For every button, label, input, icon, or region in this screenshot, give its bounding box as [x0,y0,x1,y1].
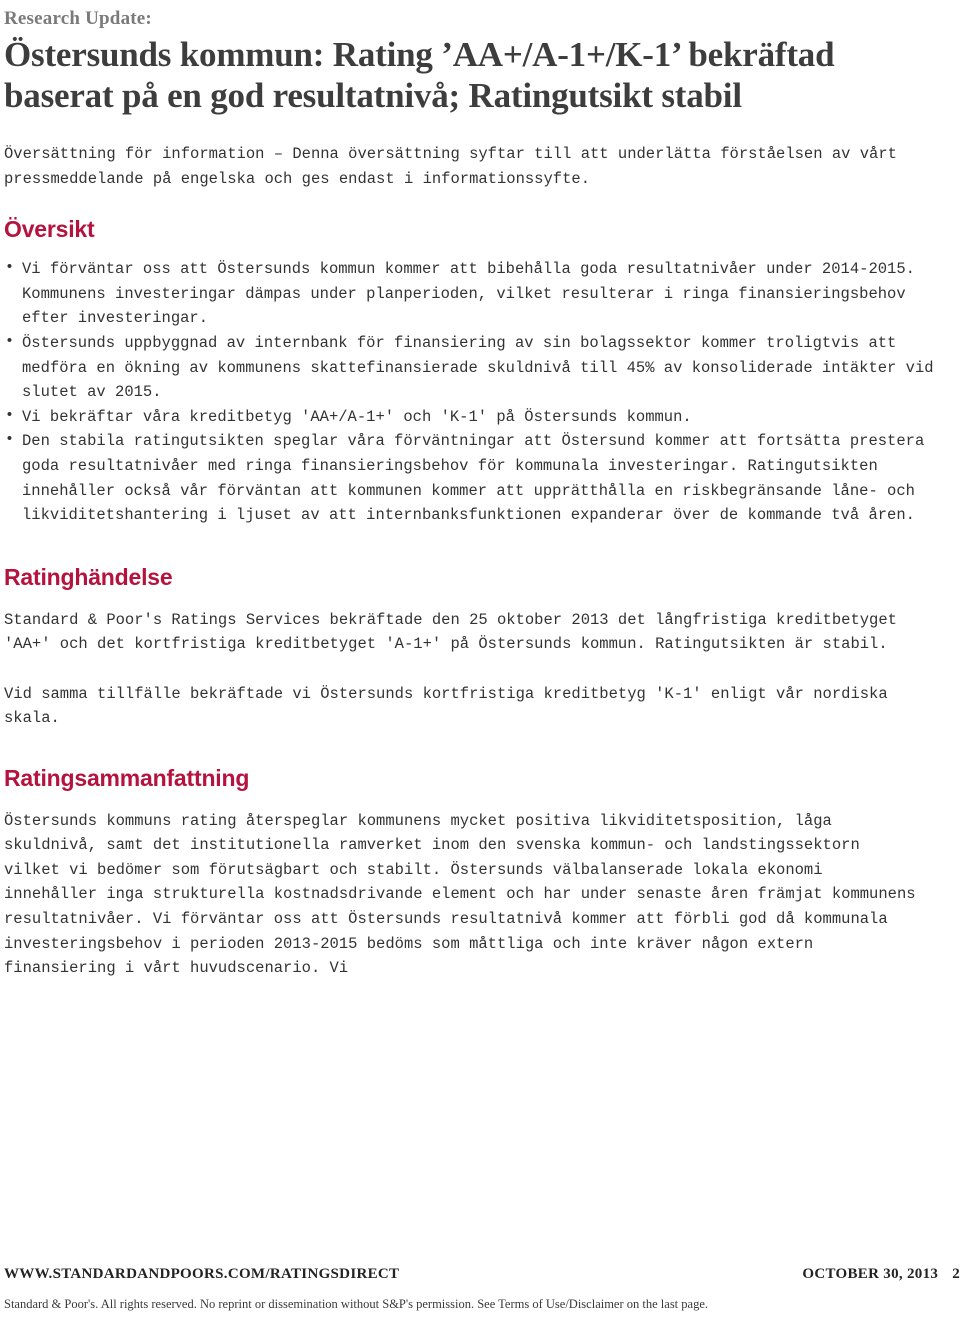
footer-primary-row: WWW.STANDARDANDPOORS.COM/RATINGSDIRECT O… [4,1266,960,1296]
list-item: Den stabila ratingutsikten speglar våra … [4,428,938,527]
section-heading-rating-event: Ratinghändelse [4,563,173,590]
footer-website-link[interactable]: WWW.STANDARDANDPOORS.COM/RATINGSDIRECT [4,1266,399,1283]
rating-event-body: Standard & Poor's Ratings Services bekrä… [4,608,960,731]
page-footer: WWW.STANDARDANDPOORS.COM/RATINGSDIRECT O… [4,1266,960,1324]
paragraph: Vid samma tillfälle bekräftade vi Östers… [4,684,888,728]
translation-disclaimer: Översättning för information – Denna öve… [4,145,897,188]
footer-page-number: 2 [952,1266,960,1282]
section-heading-overview: Översikt [4,216,95,243]
overview-bullet-list: Vi förväntar oss att Östersunds kommun k… [4,256,960,528]
footer-legal-notice: Standard & Poor's. All rights reserved. … [4,1297,708,1311]
list-item: Östersunds uppbyggnad av internbank för … [4,330,938,405]
paragraph: Standard & Poor's Ratings Services bekrä… [4,610,897,654]
list-item: Vi bekräftar våra kreditbetyg 'AA+/A-1+'… [4,404,938,430]
section-heading-rating-summary: Ratingsammanfattning [4,764,250,791]
footer-date-and-page: OCTOBER 30, 2013 2 [802,1266,960,1283]
document-page: Research Update: Östersunds kommun: Rati… [0,0,960,1324]
footer-date: OCTOBER 30, 2013 [802,1266,939,1282]
research-update-kicker: Research Update: [4,8,152,29]
paragraph: Östersunds kommuns rating återspeglar ko… [4,811,916,978]
page-title: Östersunds kommun: Rating ’AA+/A-1+/K-1’… [4,35,835,115]
rating-summary-body: Östersunds kommuns rating återspeglar ko… [4,809,960,981]
list-item: Vi förväntar oss att Östersunds kommun k… [4,256,938,331]
